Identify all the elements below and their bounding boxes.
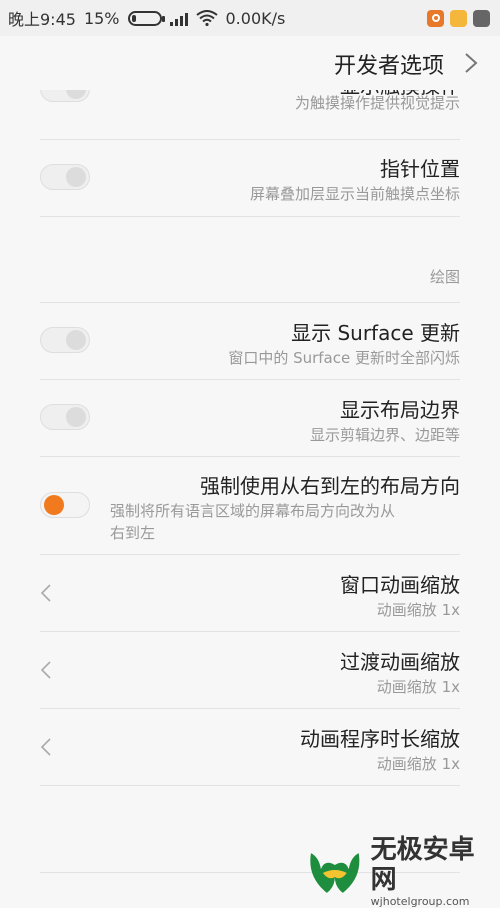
header: 开发者选项	[0, 36, 500, 90]
status-bar: 晚上9:45 15% 0.00K/s	[0, 0, 500, 36]
signal-icon	[169, 11, 188, 26]
watermark-name: 无极安卓网	[370, 835, 475, 895]
setting-show-layout-bounds[interactable]: 显示布局边界 显示剪辑边界、边距等	[40, 380, 460, 457]
battery-percent: 15%	[83, 8, 120, 28]
chevron-left-icon	[40, 584, 51, 602]
layout-bounds-toggle[interactable]	[40, 404, 90, 430]
wifi-icon	[195, 10, 218, 26]
setting-subtitle: 为触摸操作提供视觉提示	[294, 94, 460, 112]
watermark-logo-icon	[310, 852, 360, 893]
pointer-location-toggle[interactable]	[40, 164, 90, 190]
force-rtl-toggle[interactable]	[40, 492, 90, 518]
setting-subtitle: 动画缩放 1x	[376, 601, 460, 619]
setting-title: 显示 Surface 更新	[291, 321, 460, 345]
notification-folder-icon	[450, 9, 467, 27]
setting-force-rtl[interactable]: 强制使用从右到左的布局方向 强制将所有语言区域的屏幕布局方向改为从 右到左	[40, 457, 460, 555]
setting-title: 指针位置	[380, 157, 460, 181]
setting-subtitle: 显示剪辑边界、边距等	[309, 426, 460, 444]
chevron-left-icon	[40, 738, 51, 756]
setting-animator-duration-scale[interactable]: 动画程序时长缩放 动画缩放 1x	[40, 709, 460, 786]
setting-subtitle: 动画缩放 1x	[376, 678, 460, 696]
setting-show-surface-updates[interactable]: 显示 Surface 更新 窗口中的 Surface 更新时全部闪烁	[40, 303, 460, 380]
notification-app-icon	[427, 9, 444, 27]
setting-title: 强制使用从右到左的布局方向	[200, 474, 460, 498]
page-title: 开发者选项	[333, 54, 444, 79]
show-touches-toggle[interactable]	[40, 90, 90, 102]
status-time: 晚上9:45	[8, 10, 76, 29]
chevron-left-icon	[40, 661, 51, 679]
notification-app2-icon	[473, 9, 490, 27]
setting-subtitle: 屏幕叠加层显示当前触摸点坐标	[249, 185, 460, 203]
watermark: 无极安卓网 wjhotelgroup.com	[305, 835, 500, 908]
surface-updates-toggle[interactable]	[40, 327, 90, 353]
setting-window-animation-scale[interactable]: 窗口动画缩放 动画缩放 1x	[40, 555, 460, 632]
setting-subtitle-line1: 强制将所有语言区域的屏幕布局方向改为从	[110, 502, 396, 520]
setting-title: 显示布局边界	[340, 398, 460, 422]
setting-show-touches[interactable]: 显示触摸操作 为触摸操作提供视觉提示	[40, 90, 460, 140]
setting-pointer-location[interactable]: 指针位置 屏幕叠加层显示当前触摸点坐标	[40, 139, 460, 217]
setting-title: 过渡动画缩放	[340, 650, 460, 674]
setting-title: 窗口动画缩放	[340, 573, 460, 597]
setting-subtitle: 动画缩放 1x	[376, 755, 460, 773]
setting-title: 动画程序时长缩放	[300, 727, 460, 751]
battery-icon	[127, 10, 165, 26]
network-speed: 0.00K/s	[225, 8, 286, 28]
setting-subtitle-line2: 右到左	[110, 524, 156, 542]
settings-list[interactable]: 显示触摸操作 为触摸操作提供视觉提示 指针位置 屏幕叠加层显示当前触摸点坐标 绘…	[0, 90, 500, 889]
setting-subtitle: 窗口中的 Surface 更新时全部闪烁	[228, 349, 460, 367]
setting-transition-animation-scale[interactable]: 过渡动画缩放 动画缩放 1x	[40, 632, 460, 709]
chevron-right-icon[interactable]	[464, 52, 478, 74]
section-header-drawing: 绘图	[429, 268, 460, 286]
watermark-url: wjhotelgroup.com	[370, 895, 470, 908]
